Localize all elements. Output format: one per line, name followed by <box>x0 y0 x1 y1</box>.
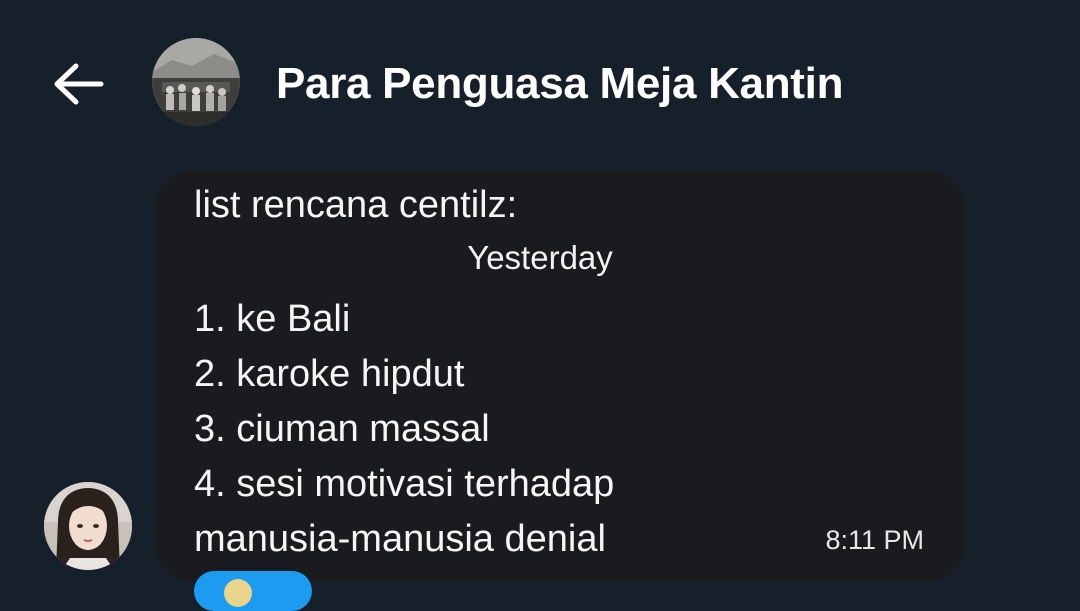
message-line: 4. sesi motivasi terhadap <box>194 463 615 505</box>
message-text: 1. ke Bali 2. karoke hipdut 3. ciuman ma… <box>194 292 614 567</box>
group-avatar[interactable] <box>152 38 240 126</box>
message-line: manusia-manusia denial <box>194 518 606 560</box>
message-bubble[interactable]: list rencana centilz: Yesterday 1. ke Ba… <box>156 170 964 582</box>
arrow-left-icon <box>54 63 104 105</box>
emoji-icon <box>224 579 252 607</box>
next-message-bubble[interactable] <box>194 571 312 611</box>
sender-avatar[interactable] <box>44 482 132 570</box>
date-divider: Yesterday <box>467 239 613 276</box>
chat-header: Para Penguasa Meja Kantin <box>0 0 1080 160</box>
group-title: Para Penguasa Meja Kantin <box>276 59 844 108</box>
message-line: 1. ke Bali <box>194 298 351 340</box>
message-first-line: list rencana centilz: <box>194 184 518 222</box>
message-timestamp: 8:11 PM <box>825 525 924 555</box>
message-line: 2. karoke hipdut <box>194 353 465 395</box>
back-button[interactable] <box>52 58 104 110</box>
message-line: 3. ciuman massal <box>194 408 490 450</box>
